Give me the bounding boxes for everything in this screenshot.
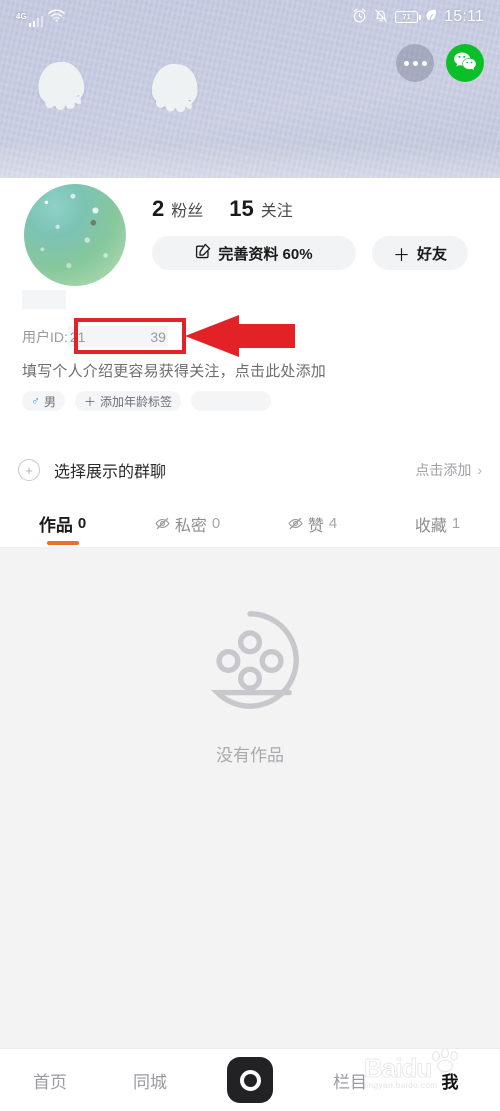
alarm-icon	[352, 8, 367, 27]
record-ring	[239, 1069, 261, 1091]
add-age-tag-label: 添加年龄标签	[100, 394, 173, 409]
network-type-label: 4G	[16, 12, 27, 21]
followers-label: 粉丝	[171, 203, 204, 220]
plus-circle-icon: +	[18, 459, 40, 481]
cover-gradient	[0, 144, 500, 178]
status-bar: 4G 71 15:11	[0, 0, 500, 34]
signal-icon: 4G	[16, 12, 44, 27]
status-bar-right: 71 15:11	[352, 8, 484, 27]
tab-likes[interactable]: 赞 4	[250, 500, 375, 548]
clock-label: 15:11	[444, 8, 484, 25]
chevron-right-icon: ›	[477, 462, 482, 478]
profile-buttons: 完善资料 60% ＋ 好友	[152, 236, 468, 270]
user-id-label: 用户ID:	[22, 328, 68, 345]
mute-icon	[374, 8, 388, 27]
profile-stats: 2 粉丝 15 关注	[152, 196, 293, 222]
nav-item-me[interactable]: 我	[400, 1049, 500, 1111]
add-age-tag-button[interactable]: ＋ 添加年龄标签	[75, 391, 182, 411]
bio-prompt[interactable]: 填写个人介绍更容易获得关注，点击此处添加	[22, 360, 326, 381]
phone-screen: 4G 71 15:11 2 粉丝 15 关注 完善资料 60% ＋ 好友 用户I…	[0, 0, 500, 1111]
tab-private-count: 0	[211, 515, 221, 532]
avatar-image	[24, 184, 126, 286]
following-count: 15	[229, 196, 254, 221]
user-id-row[interactable]: 用户ID: 21 39	[22, 326, 168, 347]
leaf-icon	[425, 8, 437, 26]
stat-followers[interactable]: 2 粉丝	[152, 196, 203, 222]
tab-private[interactable]: 私密 0	[125, 500, 250, 548]
more-dots-icon	[403, 60, 427, 66]
tab-works[interactable]: 作品 0	[0, 500, 125, 548]
tab-favorites-count: 1	[451, 515, 461, 532]
cover-actions	[396, 44, 484, 82]
profile-tags: ♂ 男 ＋ 添加年龄标签	[22, 391, 272, 411]
complete-profile-label: 完善资料 60%	[218, 245, 313, 263]
tab-favorites-label: 收藏	[414, 517, 447, 535]
user-id-suffix: 39	[150, 328, 166, 345]
tab-active-underline	[46, 541, 79, 545]
avatar[interactable]	[24, 184, 126, 286]
works-content-area: 没有作品	[0, 548, 500, 1048]
nickname	[22, 290, 66, 309]
bottom-navigation: 首页 同城 栏目 我	[0, 1048, 500, 1111]
plus-icon: ＋	[84, 394, 97, 409]
tab-favorites[interactable]: 收藏 1	[375, 500, 500, 548]
wechat-share-button[interactable]	[446, 44, 484, 82]
profile-tabs: 作品 0 私密 0 赞 4 收藏 1	[0, 500, 500, 548]
tab-works-label: 作品	[38, 516, 73, 535]
tab-private-label: 私密	[174, 517, 207, 535]
more-button[interactable]	[396, 44, 434, 82]
add-friend-label: 好友	[416, 245, 447, 263]
status-bar-left: 4G	[16, 7, 65, 27]
following-label: 关注	[260, 203, 293, 220]
camera-record-icon	[227, 1057, 273, 1103]
signal-bars-icon	[28, 15, 44, 27]
stat-following[interactable]: 15 关注	[229, 196, 293, 222]
add-friend-button[interactable]: ＋ 好友	[372, 236, 468, 270]
tab-likes-label: 赞	[307, 517, 324, 535]
empty-state: 没有作品	[196, 606, 304, 766]
user-id-prefix: 21	[69, 328, 86, 345]
nav-item-nearby[interactable]: 同城	[100, 1049, 200, 1111]
battery-level-label: 71	[402, 12, 411, 22]
group-chat-action-label: 点击添加	[415, 462, 472, 478]
empty-state-label: 没有作品	[216, 746, 284, 765]
annotation-arrow	[183, 315, 295, 362]
battery-icon: 71	[395, 11, 421, 23]
gender-label: 男	[44, 394, 57, 409]
hidden-tag	[191, 391, 272, 411]
complete-profile-button[interactable]: 完善资料 60%	[152, 236, 356, 270]
plus-icon: ＋	[392, 245, 410, 265]
eye-off-icon	[155, 516, 170, 531]
wifi-icon	[48, 9, 65, 27]
gender-tag[interactable]: ♂ 男	[22, 391, 66, 411]
nav-item-home[interactable]: 首页	[0, 1049, 100, 1111]
group-chat-action[interactable]: 点击添加 ›	[415, 460, 482, 480]
wechat-icon	[453, 51, 477, 76]
tab-likes-count: 4	[328, 515, 338, 532]
followers-count: 2	[152, 196, 165, 221]
edit-icon	[195, 243, 211, 263]
group-chat-label: 选择展示的群聊	[54, 464, 167, 481]
tab-works-count: 0	[77, 515, 87, 532]
film-reel-icon	[196, 611, 304, 718]
group-chat-row[interactable]: + 选择展示的群聊 点击添加 ›	[0, 448, 500, 492]
nav-item-camera[interactable]	[200, 1049, 300, 1111]
nav-item-channel[interactable]: 栏目	[300, 1049, 400, 1111]
male-icon: ♂	[31, 394, 40, 408]
user-id-value: 21 39	[67, 326, 168, 347]
eye-off-icon	[288, 516, 303, 531]
